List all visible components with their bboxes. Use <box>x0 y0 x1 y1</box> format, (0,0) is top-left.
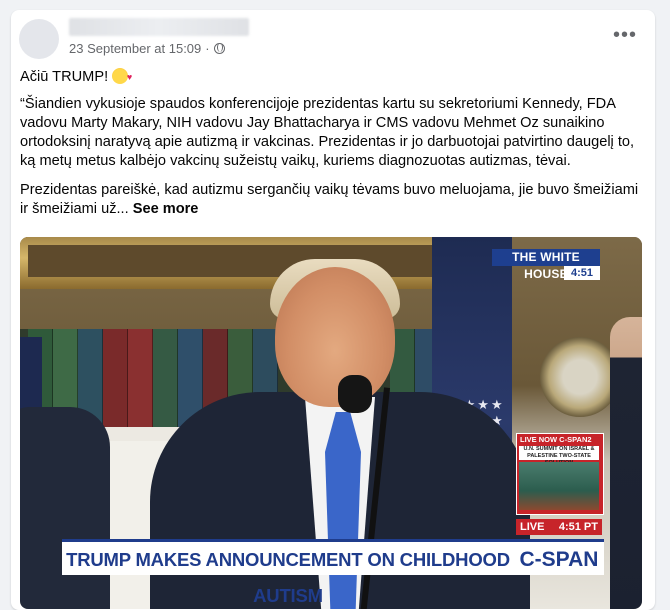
post-headline: Ačiū TRUMP! <box>20 68 646 87</box>
live-bar: LIVE 4:51 PT <box>516 519 602 535</box>
person-left <box>20 407 110 609</box>
picture-frame <box>20 237 485 289</box>
video-thumbnail[interactable]: ★★★★★★★★ THE WHITE HOUSE 4:51 LIVE NOW C… <box>20 237 642 609</box>
smiling-face-with-hearts-icon <box>112 68 132 87</box>
presidential-seal <box>540 337 620 417</box>
author-name-redacted[interactable] <box>69 18 249 36</box>
post-header: 23 September at 15:09 · ••• <box>19 16 647 66</box>
globe-icon[interactable] <box>213 43 225 54</box>
post-paragraph-2-text: Prezidentas pareiškė, kad autizmu sergan… <box>20 182 639 217</box>
see-more-link[interactable]: See more <box>133 201 199 217</box>
live-label: LIVE <box>520 521 545 533</box>
person-right <box>610 317 642 609</box>
speaker-head <box>275 267 395 407</box>
cspan-logo: C-SPAN <box>514 539 604 575</box>
more-icon[interactable]: ••• <box>613 25 637 45</box>
live-time: 4:51 PT <box>558 521 598 533</box>
post-paragraph-2: Prezidentas pareiškė, kad autizmu sergan… <box>20 181 646 219</box>
pip-label: LIVE NOW C-SPAN2 <box>520 435 592 444</box>
post-timestamp[interactable]: 23 September at 15:09 <box>69 41 201 56</box>
post-card: 23 September at 15:09 · ••• Ačiū TRUMP! … <box>11 10 655 610</box>
lower-third-headline: TRUMP MAKES ANNOUNCEMENT ON CHILDHOOD AU… <box>62 539 514 606</box>
pip-video <box>519 462 599 510</box>
post-body: Ačiū TRUMP! “Šiandien vykusioje spaudos … <box>20 68 646 229</box>
avatar[interactable] <box>19 19 59 59</box>
network-badge: THE WHITE HOUSE <box>492 249 600 281</box>
pip-caption: U.N. SUMMIT ON ISRAEL & PALESTINE TWO-ST… <box>519 446 599 466</box>
broadcast-clock: 4:51 <box>564 266 600 280</box>
picture-in-picture: LIVE NOW C-SPAN2 U.N. SUMMIT ON ISRAEL &… <box>516 433 604 515</box>
post-headline-text: Ačiū TRUMP! <box>20 69 109 85</box>
speaker-tie <box>325 412 361 609</box>
microphone-icon <box>338 375 372 413</box>
post-paragraph-1: “Šiandien vykusioje spaudos konferencijo… <box>20 96 635 169</box>
meta-separator: · <box>205 41 210 56</box>
post-meta: 23 September at 15:09 · <box>69 41 225 56</box>
